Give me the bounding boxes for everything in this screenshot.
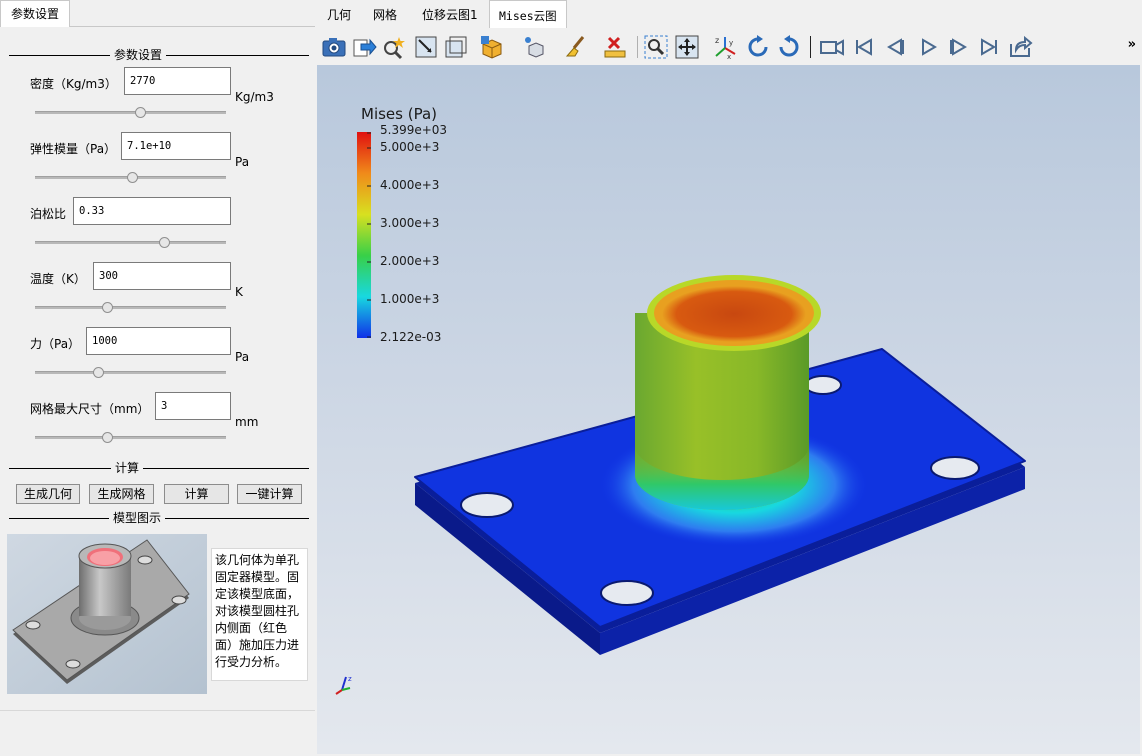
mesh-size-slider[interactable]: [35, 432, 226, 443]
status-divider: [0, 710, 315, 711]
rotate-ccw-icon[interactable]: [776, 34, 802, 60]
elastic-modulus-slider-handle[interactable]: [127, 172, 138, 183]
density-unit: Kg/m3: [235, 90, 274, 104]
toolbar-overflow-button[interactable]: »: [1128, 37, 1136, 52]
prev-frame-icon[interactable]: [883, 34, 909, 60]
generate-mesh-button[interactable]: 生成网格: [89, 484, 154, 504]
poisson-ratio-input[interactable]: 0.33: [73, 197, 231, 225]
clear-ruler-icon[interactable]: [603, 34, 629, 60]
generate-geometry-button[interactable]: 生成几何: [16, 484, 80, 504]
point-select-icon[interactable]: [521, 34, 547, 60]
tab-displacement-contour[interactable]: 位移云图1: [422, 0, 482, 28]
density-slider[interactable]: [35, 107, 226, 118]
cube-select-icon[interactable]: [479, 34, 505, 60]
zoom-select-icon[interactable]: [381, 34, 407, 60]
temperature-unit: K: [235, 285, 243, 299]
axis-z-label: z: [348, 675, 352, 683]
force-input[interactable]: 1000: [86, 327, 231, 355]
last-frame-icon[interactable]: [976, 34, 1002, 60]
video-camera-icon[interactable]: [819, 34, 845, 60]
axes-triad-icon: z: [335, 675, 352, 695]
next-frame-icon[interactable]: [945, 34, 971, 60]
poisson-ratio-label: 泊松比: [30, 207, 67, 221]
camera-icon[interactable]: [321, 34, 347, 60]
elastic-modulus-slider[interactable]: [35, 172, 226, 183]
calculate-button[interactable]: 计算: [164, 484, 229, 504]
elastic-modulus-input[interactable]: 7.1e+10: [121, 132, 231, 160]
calc-group-line: [9, 468, 309, 469]
parameter-panel: 参数设置 参数设置 密度（Kg/m3） 2770 Kg/m3 弹性模量（Pa） …: [0, 0, 315, 756]
mises-stress-model: [414, 275, 1026, 655]
density-input[interactable]: 2770: [124, 67, 231, 95]
tab-parameter-settings[interactable]: 参数设置: [0, 0, 70, 27]
brush-icon[interactable]: [563, 34, 589, 60]
frame-select-icon[interactable]: [413, 34, 439, 60]
poisson-ratio-slider[interactable]: [35, 237, 226, 248]
axes-icon[interactable]: z yx: [713, 34, 739, 61]
elastic-modulus-label: 弹性模量（Pa）: [30, 142, 117, 156]
zoom-fit-icon[interactable]: [643, 34, 669, 60]
force-label: 力（Pa）: [30, 337, 81, 351]
share-icon[interactable]: [1007, 34, 1033, 60]
render-viewport[interactable]: Mises (Pa) 5.399e+03 5.000e+3 4.000e+3 3…: [317, 65, 1140, 754]
model-description: 该几何体为单孔固定器模型。固定该模型底面，对该模型圆柱孔内侧面（红色面）施加压力…: [211, 548, 308, 681]
zoom-extents-icon[interactable]: [674, 34, 700, 60]
toolbar-separator: [637, 36, 638, 58]
mesh-size-unit: mm: [235, 415, 259, 429]
tab-mises-contour[interactable]: Mises云图: [489, 0, 567, 28]
first-frame-icon[interactable]: [851, 34, 877, 60]
tab-mesh[interactable]: 网格: [373, 0, 403, 28]
param-group-title: 参数设置: [110, 48, 167, 62]
density-label: 密度（Kg/m3）: [30, 77, 117, 91]
density-slider-handle[interactable]: [135, 107, 146, 118]
temperature-slider[interactable]: [35, 302, 226, 313]
force-slider-handle[interactable]: [93, 367, 104, 378]
play-icon[interactable]: [915, 34, 941, 60]
poisson-ratio-slider-handle[interactable]: [159, 237, 170, 248]
view-tabbar: 几何 网格 位移云图1 Mises云图: [315, 0, 1142, 28]
temperature-slider-handle[interactable]: [102, 302, 113, 313]
temperature-input[interactable]: 300: [93, 262, 231, 290]
mesh-size-slider-handle[interactable]: [102, 432, 113, 443]
mesh-size-label: 网格最大尺寸（mm）: [30, 402, 150, 416]
force-slider[interactable]: [35, 367, 226, 378]
svg-text:x: x: [727, 53, 731, 60]
frame-icon[interactable]: [443, 34, 469, 60]
view-panel: 几何 网格 位移云图1 Mises云图 z y x » Mises (Pa) 5…: [315, 0, 1142, 756]
tab-divider: [69, 26, 315, 27]
export-icon[interactable]: [351, 34, 377, 60]
model-diagram-image: [7, 534, 207, 694]
view-toolbar: z yx »: [317, 28, 1140, 65]
force-unit: Pa: [235, 350, 250, 364]
svg-text:y: y: [729, 39, 733, 47]
model-group-title: 模型图示: [109, 511, 166, 525]
toolbar-separator: [810, 36, 811, 58]
temperature-label: 温度（K）: [30, 272, 86, 286]
tab-geometry[interactable]: 几何: [327, 0, 357, 28]
one-click-calculate-button[interactable]: 一键计算: [237, 484, 302, 504]
rotate-cw-icon[interactable]: [745, 34, 771, 60]
elastic-modulus-unit: Pa: [235, 155, 250, 169]
calc-group-title: 计算: [111, 461, 144, 475]
svg-text:z: z: [715, 36, 719, 45]
mesh-size-input[interactable]: 3: [155, 392, 231, 420]
